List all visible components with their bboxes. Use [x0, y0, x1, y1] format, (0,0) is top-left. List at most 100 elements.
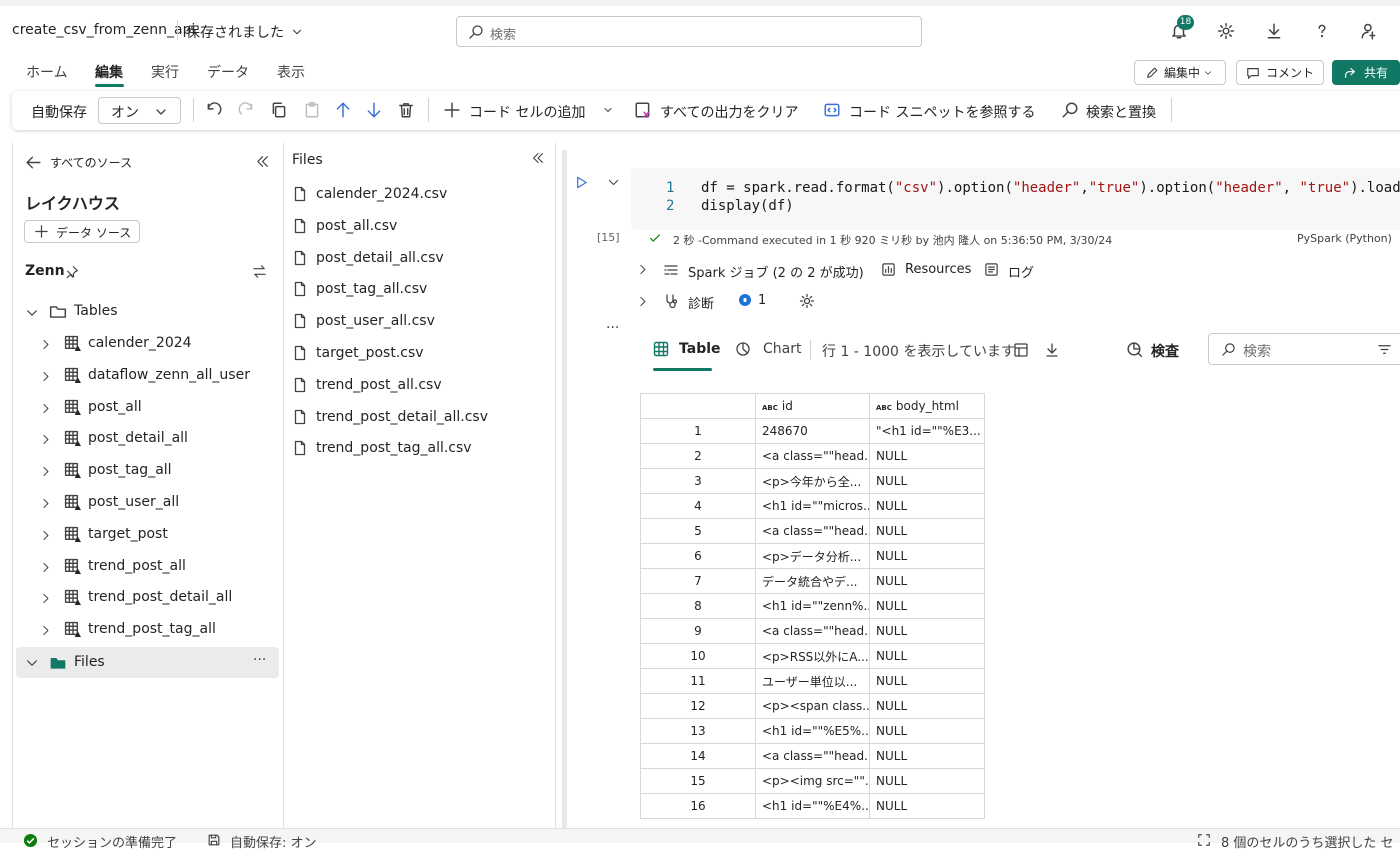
all-sources-link[interactable]: すべてのソース	[50, 154, 132, 171]
browse-snippets-button[interactable]: コード スニペットを参照する	[849, 102, 1035, 122]
table-item[interactable]: post_detail_all	[88, 430, 188, 446]
cell-body-html[interactable]: "<h1 id=""%E3...	[869, 418, 985, 444]
chevron-right-icon[interactable]	[39, 338, 52, 351]
cell-id[interactable]: データ統合やデ...	[755, 568, 870, 594]
tab-run[interactable]: 実行	[151, 62, 179, 82]
find-replace-button[interactable]: 検索と置換	[1086, 102, 1156, 122]
back-arrow-icon[interactable]	[25, 154, 42, 171]
chevron-down-icon[interactable]	[602, 104, 614, 116]
table-row[interactable]: 2 <a class=""head... NULL	[640, 443, 985, 469]
table-item[interactable]: post_user_all	[88, 494, 179, 510]
save-status[interactable]: 保存されました	[186, 22, 284, 42]
chevron-right-icon[interactable]	[39, 529, 52, 542]
table-row[interactable]: 9 <a class=""head... NULL	[640, 618, 985, 644]
cell-body-html[interactable]: NULL	[869, 443, 985, 469]
table-row[interactable]: 15 <p><img src=""... NULL	[640, 768, 985, 794]
cell-id[interactable]: <a class=""head...	[755, 443, 870, 469]
chevron-down-icon[interactable]	[25, 656, 39, 670]
file-item[interactable]: calender_2024.csv	[292, 184, 447, 204]
table-item[interactable]: trend_post_tag_all	[88, 621, 216, 637]
clear-outputs-button[interactable]: すべての出力をクリア	[660, 102, 798, 122]
chevron-right-icon[interactable]	[39, 370, 52, 383]
redo-icon[interactable]	[237, 101, 255, 119]
chevron-right-icon[interactable]	[39, 592, 52, 605]
cell-body-html[interactable]: NULL	[869, 643, 985, 669]
cell-body-html[interactable]: NULL	[869, 768, 985, 794]
table-row[interactable]: 10 <p>RSS以外にA... NULL	[640, 643, 985, 669]
table-row[interactable]: 12 <p><span class... NULL	[640, 693, 985, 719]
tables-folder[interactable]: Tables	[74, 303, 118, 319]
cell-body-html[interactable]: NULL	[869, 568, 985, 594]
file-item[interactable]: trend_post_all.csv	[292, 375, 442, 395]
tab-data[interactable]: データ	[207, 62, 249, 82]
cell-body-html[interactable]: NULL	[869, 618, 985, 644]
download-icon[interactable]	[1044, 342, 1060, 358]
cell-id[interactable]: <h1 id=""%E4%...	[755, 793, 870, 819]
table-item[interactable]: target_post	[88, 526, 168, 542]
cell-id[interactable]: <p><img src=""...	[755, 768, 870, 794]
code-line-1[interactable]: df = spark.read.format("csv").option("he…	[701, 180, 1400, 196]
file-item[interactable]: post_detail_all.csv	[292, 248, 444, 268]
chevron-down-icon[interactable]	[290, 25, 304, 39]
tab-view[interactable]: 表示	[277, 62, 305, 82]
collapse-panel-icon[interactable]	[255, 154, 270, 169]
comment-button[interactable]: コメント	[1236, 60, 1324, 85]
table-item[interactable]: trend_post_all	[88, 558, 186, 574]
cell-id[interactable]: <h1 id=""%E5%...	[755, 718, 870, 744]
file-item[interactable]: post_tag_all.csv	[292, 279, 427, 299]
cell-more-icon[interactable]: ···	[606, 320, 619, 336]
chevron-down-icon[interactable]	[607, 176, 620, 189]
file-item[interactable]: trend_post_detail_all.csv	[292, 407, 488, 427]
more-options-icon[interactable]: ···	[253, 652, 266, 668]
paste-icon[interactable]	[303, 101, 321, 119]
cell-body-html[interactable]: NULL	[869, 718, 985, 744]
cell-body-html[interactable]: NULL	[869, 543, 985, 569]
cell-body-html[interactable]: NULL	[869, 468, 985, 494]
table-row[interactable]: 13 <h1 id=""%E5%... NULL	[640, 718, 985, 744]
copy-icon[interactable]	[270, 101, 288, 119]
cell-id[interactable]: <a class=""head...	[755, 618, 870, 644]
table-row[interactable]: 7 データ統合やデ... NULL	[640, 568, 985, 594]
table-item[interactable]: post_tag_all	[88, 462, 172, 478]
gear-icon[interactable]	[799, 293, 815, 309]
plus-icon[interactable]	[443, 101, 461, 119]
cell-id[interactable]: <a class=""head...	[755, 518, 870, 544]
language-selector[interactable]: PySpark (Python)	[1297, 232, 1392, 245]
table-row[interactable]: 6 <p>データ分析... NULL	[640, 543, 985, 569]
file-item[interactable]: trend_post_tag_all.csv	[292, 438, 472, 458]
cell-id[interactable]: <p>RSS以外にA...	[755, 643, 870, 669]
table-row[interactable]: 4 <h1 id=""micros... NULL	[640, 493, 985, 519]
table-row[interactable]: 8 <h1 id=""zenn%... NULL	[640, 593, 985, 619]
spark-jobs-label[interactable]: Spark ジョブ (2 の 2 が成功)	[688, 262, 864, 281]
table-row[interactable]: 14 <a class=""head... NULL	[640, 743, 985, 769]
table-row[interactable]: 5 <a class=""head... NULL	[640, 518, 985, 544]
session-status[interactable]: セッションの準備完了	[47, 832, 177, 851]
cell-id[interactable]: <h1 id=""zenn%...	[755, 593, 870, 619]
cell-id[interactable]: 248670	[755, 418, 870, 444]
code-line-2[interactable]: display(df)	[701, 198, 794, 214]
run-cell-icon[interactable]	[574, 175, 589, 190]
undo-icon[interactable]	[205, 101, 223, 119]
cell-id[interactable]: <a class=""head...	[755, 743, 870, 769]
cell-body-html[interactable]: NULL	[869, 693, 985, 719]
filter-icon[interactable]	[1377, 342, 1392, 357]
log-label[interactable]: ログ	[1008, 262, 1034, 281]
chevron-right-icon[interactable]	[39, 465, 52, 478]
diagnostics-label[interactable]: 診断	[688, 293, 714, 312]
global-search-input[interactable]: 検索	[456, 16, 922, 47]
file-item[interactable]: post_user_all.csv	[292, 311, 435, 331]
resources-label[interactable]: Resources	[905, 262, 971, 277]
chevron-right-icon[interactable]	[39, 561, 52, 574]
file-item[interactable]: post_all.csv	[292, 216, 397, 236]
tab-chart[interactable]: Chart	[763, 341, 801, 357]
column-settings-icon[interactable]	[1013, 342, 1029, 358]
table-row[interactable]: 11 ユーザー単位以... NULL	[640, 668, 985, 694]
tab-table[interactable]: Table	[679, 341, 721, 357]
table-row[interactable]: 3 <p>今年から全... NULL	[640, 468, 985, 494]
chevron-right-icon[interactable]	[39, 497, 52, 510]
cell-body-html[interactable]: NULL	[869, 593, 985, 619]
chevron-right-icon[interactable]	[39, 624, 52, 637]
download-icon[interactable]	[1265, 22, 1283, 40]
file-item[interactable]: target_post.csv	[292, 343, 424, 363]
switch-icon[interactable]	[252, 264, 267, 279]
